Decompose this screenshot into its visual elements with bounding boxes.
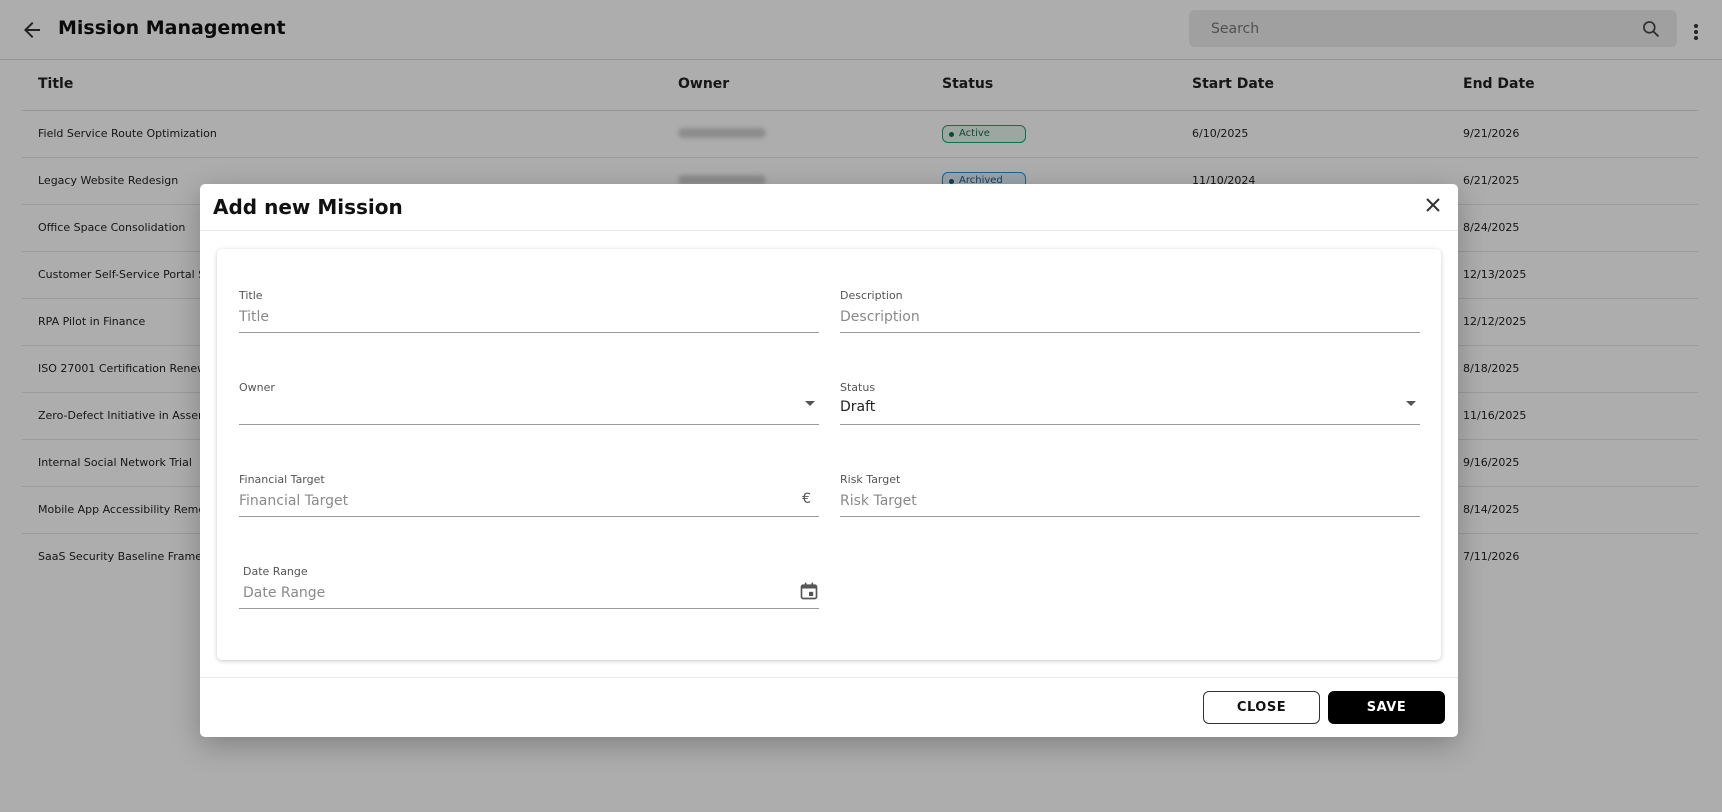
financial-target-field: Financial Target €	[239, 473, 819, 517]
risk-target-label: Risk Target	[840, 473, 901, 486]
add-mission-dialog: Add new Mission Title Description Owner …	[200, 184, 1458, 737]
title-input[interactable]	[239, 305, 779, 329]
calendar-icon[interactable]	[799, 581, 819, 601]
title-field: Title	[239, 289, 819, 333]
status-label: Status	[840, 381, 876, 394]
close-button[interactable]: CLOSE	[1203, 691, 1320, 724]
mission-form: Title Description Owner Status Draft Fin…	[217, 249, 1441, 660]
dialog-footer: CLOSE SAVE	[200, 677, 1458, 737]
save-button[interactable]: SAVE	[1328, 691, 1445, 724]
description-field: Description	[840, 289, 1420, 333]
description-label: Description	[840, 289, 903, 302]
status-select[interactable]: Status Draft	[840, 381, 1420, 425]
title-label: Title	[239, 289, 263, 302]
financial-target-label: Financial Target	[239, 473, 325, 486]
date-range-field: Date Range	[239, 565, 819, 609]
dialog-header: Add new Mission	[200, 184, 1458, 231]
description-input[interactable]	[840, 305, 1380, 329]
date-range-label: Date Range	[243, 565, 308, 578]
chevron-down-icon[interactable]	[805, 401, 815, 406]
currency-suffix: €	[802, 491, 811, 507]
owner-label: Owner	[239, 381, 275, 394]
dialog-title: Add new Mission	[213, 195, 403, 219]
financial-target-input[interactable]	[239, 489, 779, 513]
close-icon[interactable]	[1422, 194, 1444, 216]
status-value: Draft	[840, 399, 876, 415]
owner-select[interactable]: Owner	[239, 381, 819, 425]
risk-target-input[interactable]	[840, 489, 1380, 513]
chevron-down-icon[interactable]	[1406, 401, 1416, 406]
risk-target-field: Risk Target	[840, 473, 1420, 517]
date-range-input[interactable]	[243, 581, 783, 605]
